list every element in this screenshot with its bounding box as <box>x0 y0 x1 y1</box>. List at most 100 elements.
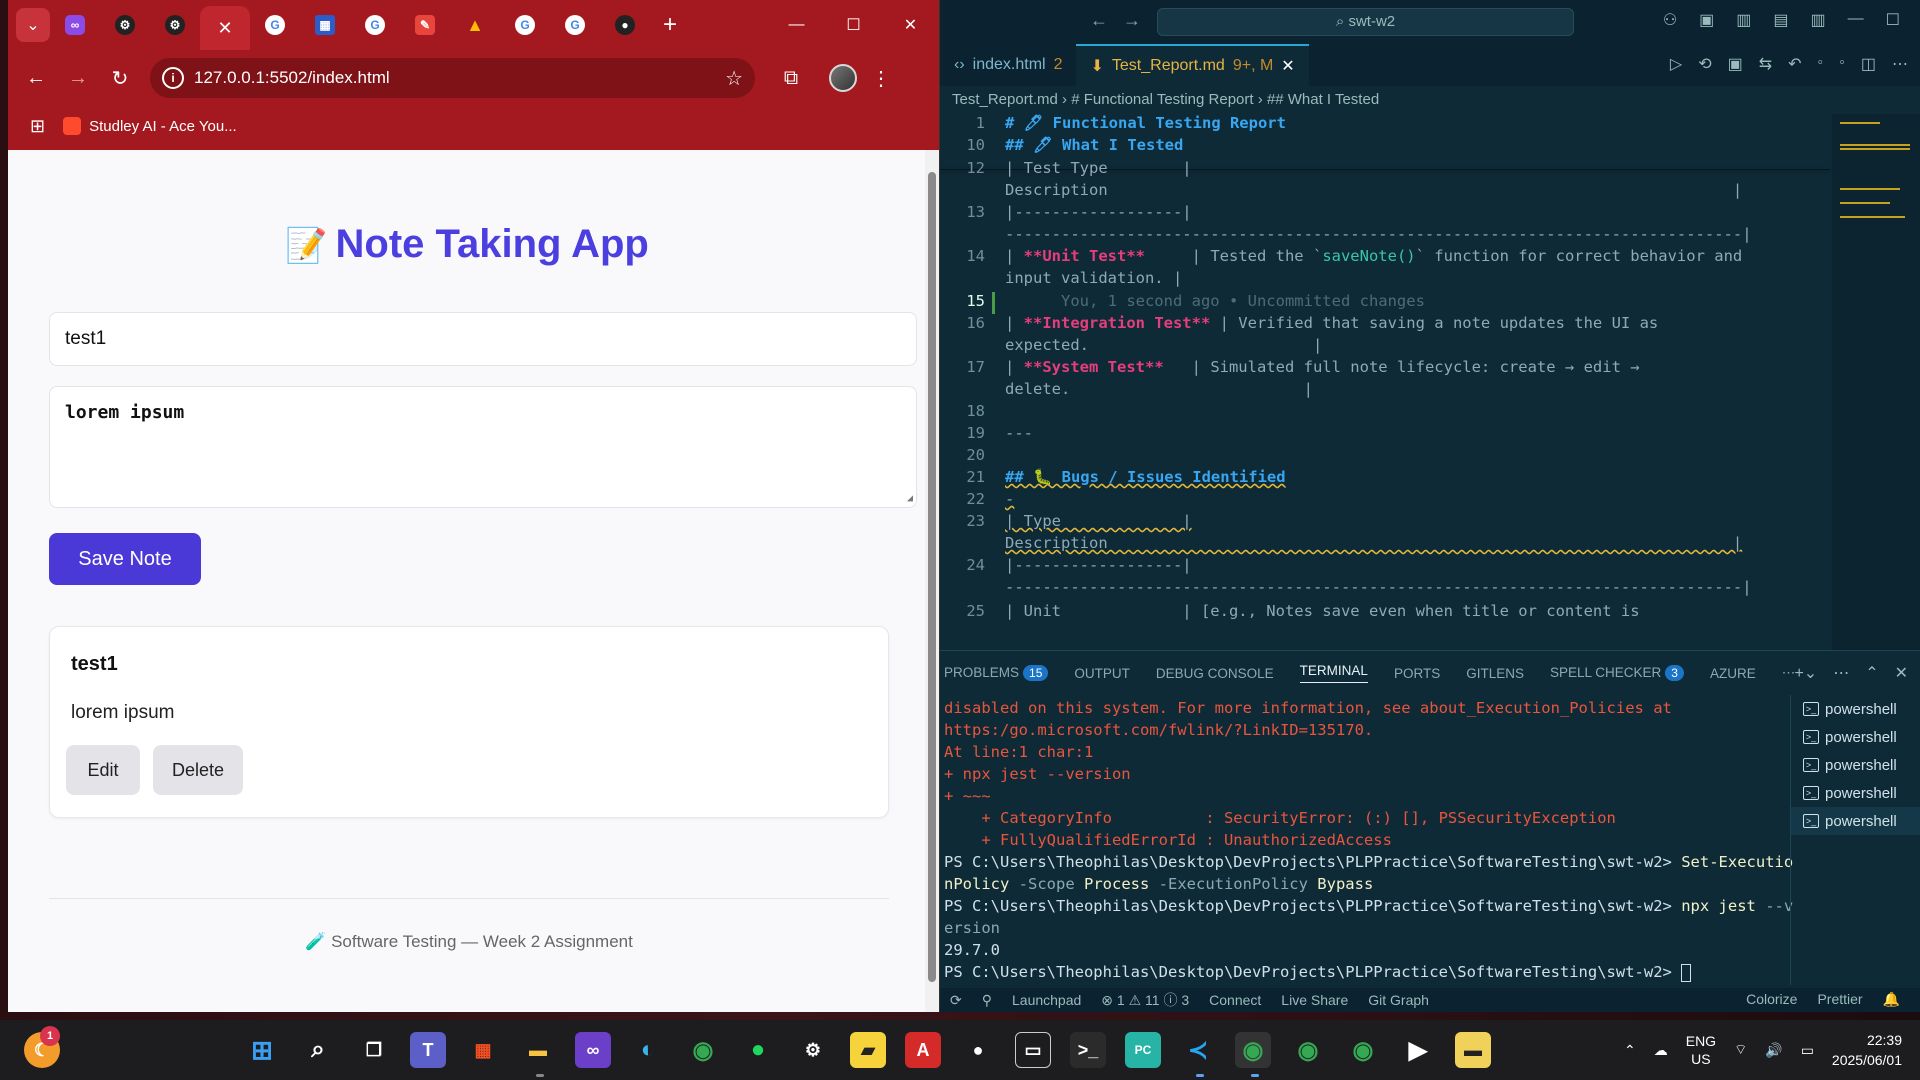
teams-icon[interactable]: T <box>410 1032 446 1068</box>
copilot-icon[interactable]: ⚇ <box>1663 10 1677 30</box>
panel-tab-output[interactable]: OUTPUT <box>1074 666 1130 681</box>
volume-icon[interactable]: 🔊 <box>1765 1042 1782 1059</box>
edge-icon[interactable]: ◐ <box>630 1032 666 1068</box>
panel-tab-problems[interactable]: PROBLEMS 15 <box>944 665 1049 681</box>
maximize-panel-icon[interactable]: ⌃ <box>1865 663 1878 683</box>
nav-arrows[interactable]: ← → <box>1090 10 1141 31</box>
apps-grid-icon[interactable]: ⊞ <box>30 116 45 137</box>
preview-icon[interactable]: ▣ <box>1728 54 1743 74</box>
layout-icon[interactable]: ▣ <box>1699 10 1714 30</box>
terminal-item-active[interactable]: >_ powershell <box>1791 807 1920 835</box>
more-actions-icon[interactable]: ⋯ <box>1892 54 1908 74</box>
panel-tab-debug-console[interactable]: DEBUG CONSOLE <box>1156 666 1274 681</box>
github-desktop-icon[interactable]: ● <box>960 1032 996 1068</box>
terminal-output[interactable]: disabled on this system. For more inform… <box>944 697 1824 983</box>
status-live-share[interactable]: Live Share <box>1281 992 1348 1008</box>
battery-icon[interactable]: ▭ <box>1801 1042 1814 1059</box>
tab-active-close[interactable]: ✕ <box>200 6 250 50</box>
note-title-input[interactable]: test1 <box>49 312 917 366</box>
tab-7[interactable]: G <box>350 5 400 45</box>
terminal-item[interactable]: >_ powershell <box>1791 751 1920 779</box>
sync-icon[interactable]: ⟳ <box>950 992 962 1009</box>
onedrive-icon[interactable]: ☁ <box>1654 1042 1668 1059</box>
split-editor-icon[interactable]: ◫ <box>1861 54 1876 74</box>
start-icon[interactable]: ⊞ <box>244 1032 280 1068</box>
panel-more-icon[interactable]: ⋯ <box>1782 665 1796 681</box>
status-connect[interactable]: Connect <box>1209 992 1261 1008</box>
clock[interactable]: 22:39 2025/06/01 <box>1832 1030 1902 1070</box>
minimize-icon[interactable]: — <box>1848 10 1864 30</box>
minimap[interactable] <box>1832 114 1920 650</box>
tab-3[interactable]: ⚙ <box>150 5 200 45</box>
tab-index-html[interactable]: ‹› index.html 2 <box>940 44 1076 86</box>
next-change-icon[interactable]: ◦ <box>1839 54 1845 74</box>
run-icon[interactable]: ▷ <box>1670 54 1682 74</box>
visual-studio-icon[interactable]: ∞ <box>575 1032 611 1068</box>
terminal-item[interactable]: >_ powershell <box>1791 779 1920 807</box>
minimize-button[interactable]: — <box>768 0 825 50</box>
panel-tab-gitlens[interactable]: GITLENS <box>1466 666 1524 681</box>
prev-change-icon[interactable]: ◦ <box>1818 54 1824 74</box>
panel-tab-terminal[interactable]: TERMINAL <box>1299 663 1368 683</box>
panel-more-actions-icon[interactable]: ⋯ <box>1833 663 1849 683</box>
tab-12[interactable]: ● <box>600 5 650 45</box>
file-manager-icon[interactable]: ▬ <box>1455 1032 1491 1068</box>
tab-10[interactable]: G <box>500 5 550 45</box>
new-tab-button[interactable]: + <box>650 11 690 39</box>
acrobat-icon[interactable]: A <box>905 1032 941 1068</box>
language-indicator[interactable]: ENG US <box>1686 1032 1716 1068</box>
bell-icon[interactable]: 🔔 <box>1883 991 1900 1008</box>
page-scrollbar[interactable] <box>925 150 939 1012</box>
profile-avatar[interactable] <box>829 64 857 92</box>
tab-test-report[interactable]: ⬇ Test_Report.md 9+, M ✕ <box>1076 44 1309 86</box>
tab-8[interactable]: ✎ <box>400 5 450 45</box>
panel-tab-spell-checker[interactable]: SPELL CHECKER 3 <box>1550 665 1684 681</box>
tab-2[interactable]: ⚙ <box>100 5 150 45</box>
tab-11[interactable]: G <box>550 5 600 45</box>
remote-icon[interactable]: ⚲ <box>982 992 992 1009</box>
panel-toggle-icon[interactable]: ▤ <box>1773 10 1788 30</box>
close-tab-icon[interactable]: ✕ <box>1281 56 1294 76</box>
code-editor[interactable]: 1 # 🖊 Functional Testing Report 10 ## 🖊 Wh… <box>940 114 1920 650</box>
address-bar[interactable]: i 127.0.0.1:5502/index.html ☆ <box>150 58 755 98</box>
task-view-icon[interactable]: ❐ <box>356 1032 392 1068</box>
sidebar-toggle-icon[interactable]: ▥ <box>1736 10 1751 30</box>
bookmark-studley[interactable]: Studley AI - Ace You... <box>63 117 237 135</box>
back-icon[interactable]: ← <box>18 60 54 96</box>
pycharm-icon[interactable]: PC <box>1125 1032 1161 1068</box>
powershell-icon[interactable]: >_ <box>1070 1032 1106 1068</box>
delete-button[interactable]: Delete <box>153 745 243 795</box>
status-problems[interactable]: ⊗ 1 ⚠ 11 ⓘ 3 <box>1101 990 1189 1010</box>
terminal-item[interactable]: >_ powershell <box>1791 723 1920 751</box>
close-panel-icon[interactable]: ✕ <box>1895 663 1908 683</box>
file-explorer-icon[interactable]: ▬ <box>520 1032 556 1068</box>
chatgpt-icon[interactable]: ⚙ <box>795 1032 831 1068</box>
sticky-notes-icon[interactable]: ▰ <box>850 1032 886 1068</box>
status-colorize[interactable]: Colorize <box>1746 991 1797 1008</box>
bookmark-star-icon[interactable]: ☆ <box>725 66 743 91</box>
chrome-profile-m-icon[interactable]: ◉ <box>1345 1032 1381 1068</box>
history-icon[interactable]: ⟲ <box>1698 54 1711 74</box>
secondary-sidebar-icon[interactable]: ▥ <box>1811 10 1826 30</box>
revert-icon[interactable]: ↶ <box>1788 54 1801 74</box>
resize-handle-icon[interactable]: ◢ <box>907 493 913 504</box>
chrome-profile-icon[interactable]: ◉ <box>1235 1032 1271 1068</box>
git-compare-icon[interactable]: ⇆ <box>1759 54 1772 74</box>
chrome-profile-p-icon[interactable]: ◉ <box>1290 1032 1326 1068</box>
tab-9[interactable]: ▲ <box>450 5 500 45</box>
save-note-button[interactable]: Save Note <box>49 533 201 585</box>
menu-icon[interactable]: ⋮ <box>863 60 899 96</box>
chrome-icon[interactable]: ◉ <box>685 1032 721 1068</box>
note-content-textarea[interactable]: lorem ipsum ◢ <box>49 386 917 508</box>
status-prettier[interactable]: Prettier <box>1817 991 1862 1008</box>
tray-overflow-icon[interactable]: ⌃ <box>1624 1042 1636 1059</box>
site-info-icon[interactable]: i <box>162 67 184 89</box>
store-icon[interactable]: ▦ <box>465 1032 501 1068</box>
media-player-icon[interactable]: ▶ <box>1400 1032 1436 1068</box>
extensions-icon[interactable]: ⧉ <box>773 60 809 96</box>
status-git-graph[interactable]: Git Graph <box>1368 992 1429 1008</box>
maximize-button[interactable]: ☐ <box>825 0 882 50</box>
terminal-app-icon[interactable]: ▭ <box>1015 1032 1051 1068</box>
new-terminal-icon[interactable]: +⌄ <box>1794 663 1817 683</box>
tab-6[interactable]: ▦ <box>300 5 350 45</box>
